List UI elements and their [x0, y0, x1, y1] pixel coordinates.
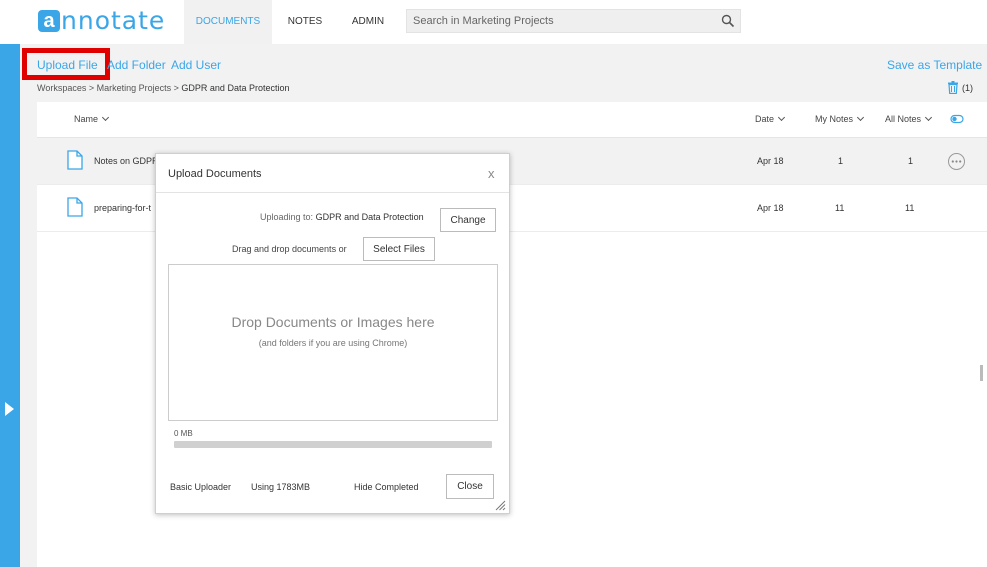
search-input[interactable]: [407, 10, 707, 32]
tab-documents[interactable]: DOCUMENTS: [184, 0, 272, 44]
breadcrumb-workspaces[interactable]: Workspaces: [37, 83, 86, 93]
add-folder-link[interactable]: Add Folder: [107, 58, 166, 72]
breadcrumb-marketing-projects[interactable]: Marketing Projects: [97, 83, 172, 93]
change-button[interactable]: Change: [440, 208, 496, 232]
sidebar: [0, 44, 20, 567]
tab-admin[interactable]: ADMIN: [338, 0, 398, 44]
trash-icon[interactable]: [947, 81, 959, 94]
breadcrumb-current: GDPR and Data Protection: [181, 83, 290, 93]
chevron-down-icon: [856, 113, 865, 122]
logo-text: nnotate: [61, 6, 166, 35]
drop-zone[interactable]: Drop Documents or Images here (and folde…: [168, 264, 498, 421]
chevron-down-icon: [924, 113, 933, 122]
uploading-to-prefix: Uploading to:: [260, 212, 314, 222]
top-bar: a nnotate DOCUMENTS NOTES ADMIN: [0, 0, 987, 44]
dialog-title: Upload Documents: [168, 168, 262, 180]
document-name[interactable]: Notes on GDPR: [94, 156, 159, 166]
column-header-my-notes[interactable]: My Notes: [815, 113, 865, 124]
dialog-close-button[interactable]: x: [488, 166, 495, 181]
toggle-view-icon[interactable]: [950, 114, 964, 124]
column-header-label: Date: [755, 114, 775, 124]
close-button[interactable]: Close: [446, 474, 494, 499]
chevron-down-icon: [777, 113, 786, 122]
uploading-to-label: Uploading to: GDPR and Data Protection: [260, 212, 424, 222]
trash[interactable]: (1): [947, 81, 973, 94]
document-my-notes: 11: [835, 203, 845, 213]
document-icon: [67, 197, 83, 217]
basic-uploader-link[interactable]: Basic Uploader: [170, 482, 231, 492]
column-header-date[interactable]: Date: [755, 113, 786, 124]
select-files-button[interactable]: Select Files: [363, 237, 435, 261]
dialog-divider: [156, 192, 509, 193]
upload-file-link[interactable]: Upload File: [37, 58, 98, 72]
breadcrumb-separator: >: [171, 83, 182, 93]
expand-sidebar-icon[interactable]: [5, 402, 14, 416]
logo-mark: a: [38, 10, 60, 32]
drop-zone-subtitle: (and folders if you are using Chrome): [258, 338, 408, 348]
uploading-to-target: GDPR and Data Protection: [315, 212, 424, 222]
upload-documents-dialog: Upload Documents x Uploading to: GDPR an…: [155, 153, 510, 514]
search-icon[interactable]: [720, 13, 736, 29]
column-header-label: My Notes: [815, 114, 854, 124]
document-all-notes: 11: [905, 203, 915, 213]
drag-drop-label: Drag and drop documents or: [232, 244, 347, 254]
trash-count: (1): [962, 82, 973, 93]
more-options-icon[interactable]: [947, 152, 966, 171]
storage-usage: Using 1783MB: [251, 482, 311, 492]
add-user-link[interactable]: Add User: [171, 58, 221, 72]
search-box: [406, 9, 741, 33]
document-my-notes: 1: [838, 156, 844, 166]
document-all-notes: 1: [908, 156, 914, 166]
table-header: Name Date My Notes All Notes: [37, 102, 987, 138]
column-header-name[interactable]: Name: [74, 113, 110, 124]
column-header-label: All Notes: [885, 114, 922, 124]
annotate-logo[interactable]: a nnotate: [38, 6, 165, 36]
chevron-down-icon: [101, 113, 110, 122]
document-name[interactable]: preparing-for-t: [94, 203, 151, 213]
drop-zone-title: Drop Documents or Images here: [231, 314, 435, 330]
breadcrumb: Workspaces > Marketing Projects > GDPR a…: [37, 83, 289, 93]
upload-size-label: 0 MB: [174, 429, 193, 438]
column-header-label: Name: [74, 114, 99, 124]
column-header-all-notes[interactable]: All Notes: [885, 113, 933, 124]
hide-completed-link[interactable]: Hide Completed: [354, 482, 419, 492]
resize-handle-icon[interactable]: [494, 499, 506, 511]
document-icon: [67, 150, 83, 170]
breadcrumb-separator: >: [86, 83, 97, 93]
scrollbar-handle[interactable]: [980, 365, 983, 381]
save-as-template-link[interactable]: Save as Template: [887, 58, 982, 72]
document-date: Apr 18: [757, 203, 784, 213]
tab-notes[interactable]: NOTES: [272, 0, 338, 44]
upload-progress-bar: [174, 441, 492, 448]
document-date: Apr 18: [757, 156, 784, 166]
